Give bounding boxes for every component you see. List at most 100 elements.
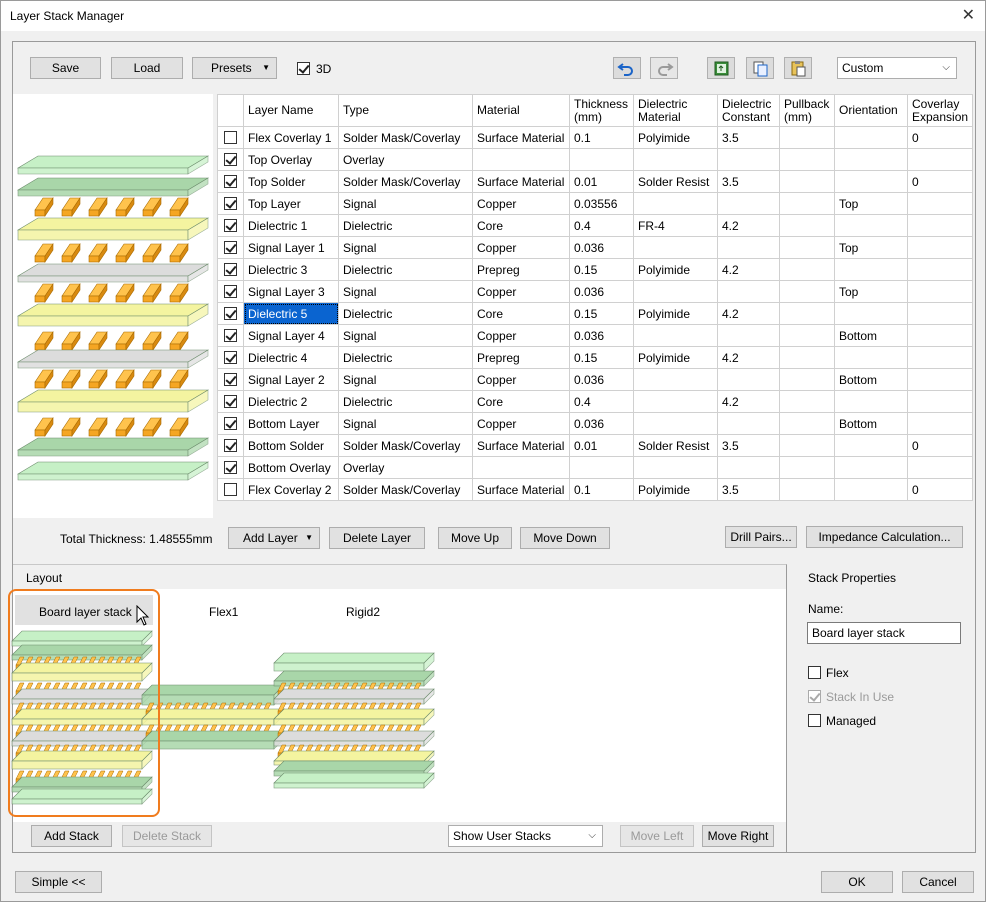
cell-layer-name[interactable]: Dielectric 3 [243,258,339,281]
layer-enabled-checkbox[interactable] [224,219,237,232]
cell-dielectric-constant[interactable] [717,456,780,479]
cell-dielectric-material[interactable] [633,236,718,259]
header-coverlay-expansion[interactable]: Coverlay Expansion [906,94,974,127]
cell-coverlay-expansion[interactable] [906,236,974,259]
cell-pullback[interactable] [779,192,835,215]
cell-material[interactable] [472,148,570,171]
paste-icon[interactable] [784,57,812,79]
header-type[interactable]: Type [338,94,473,127]
table-row[interactable]: Signal Layer 4 Signal Copper 0.036 Bottom [217,324,974,347]
cell-coverlay-expansion[interactable]: 0 [906,126,974,149]
cell-material[interactable] [472,456,570,479]
cell-coverlay-expansion[interactable] [906,412,974,435]
cell-thickness[interactable]: 0.036 [569,280,634,303]
cell-layer-name[interactable]: Dielectric 5 [243,302,339,325]
cell-pullback[interactable] [779,170,835,193]
layer-enabled-checkbox[interactable] [224,197,237,210]
cell-type[interactable]: Signal [338,412,473,435]
ok-button[interactable]: OK [821,871,893,893]
cell-layer-name[interactable]: Dielectric 1 [243,214,339,237]
table-row[interactable]: Bottom Overlay Overlay [217,456,974,479]
cell-type[interactable]: Signal [338,236,473,259]
cell-pullback[interactable] [779,368,835,391]
cell-orientation[interactable]: Top [834,192,908,215]
load-button[interactable]: Load [111,57,183,79]
impedance-calculation-button[interactable]: Impedance Calculation... [806,526,963,548]
cell-dielectric-constant[interactable] [717,280,780,303]
cell-type[interactable]: Overlay [338,456,473,479]
cell-thickness[interactable]: 0.15 [569,258,634,281]
cell-orientation[interactable] [834,478,908,501]
add-layer-button[interactable]: Add Layer ▼ [228,527,320,549]
cell-material[interactable]: Core [472,302,570,325]
cell-material[interactable]: Copper [472,368,570,391]
stack-mode-select[interactable]: Custom ⌵ [837,57,957,79]
cell-orientation[interactable]: Bottom [834,368,908,391]
cell-material[interactable]: Surface Material [472,126,570,149]
cell-coverlay-expansion[interactable] [906,390,974,413]
cell-type[interactable]: Solder Mask/Coverlay [338,434,473,457]
cell-dielectric-constant[interactable]: 4.2 [717,214,780,237]
cell-layer-name[interactable]: Top Solder [243,170,339,193]
cell-coverlay-expansion[interactable] [906,456,974,479]
cell-pullback[interactable] [779,280,835,303]
header-layer-name[interactable]: Layer Name [243,94,339,127]
header-orientation[interactable]: Orientation [834,94,908,127]
3d-checkbox[interactable] [297,62,310,75]
cell-orientation[interactable] [834,390,908,413]
cell-dielectric-constant[interactable]: 3.5 [717,170,780,193]
table-row[interactable]: Top Overlay Overlay [217,148,974,171]
cell-material[interactable]: Copper [472,324,570,347]
cell-dielectric-material[interactable]: Polyimide [633,258,718,281]
delete-layer-button[interactable]: Delete Layer [329,527,425,549]
layer-enabled-checkbox[interactable] [224,461,237,474]
cell-dielectric-constant[interactable]: 4.2 [717,258,780,281]
cell-pullback[interactable] [779,390,835,413]
layer-enabled-checkbox[interactable] [224,307,237,320]
cell-coverlay-expansion[interactable] [906,258,974,281]
cell-dielectric-constant[interactable]: 3.5 [717,478,780,501]
cell-type[interactable]: Signal [338,368,473,391]
delete-stack-button[interactable]: Delete Stack [122,825,212,847]
cell-orientation[interactable] [834,214,908,237]
cell-pullback[interactable] [779,434,835,457]
cell-dielectric-material[interactable]: FR-4 [633,214,718,237]
add-stack-button[interactable]: Add Stack [31,825,112,847]
cell-thickness[interactable]: 0.03556 [569,192,634,215]
table-row[interactable]: Bottom Layer Signal Copper 0.036 Bottom [217,412,974,435]
cell-material[interactable]: Surface Material [472,170,570,193]
cell-pullback[interactable] [779,412,835,435]
cell-coverlay-expansion[interactable] [906,324,974,347]
table-row[interactable]: Flex Coverlay 2 Solder Mask/Coverlay Surfa… [217,478,974,501]
stack-in-use-checkbox[interactable] [808,690,821,703]
cell-dielectric-material[interactable] [633,192,718,215]
stack-name-rigid2[interactable]: Rigid2 [346,605,380,619]
cell-layer-name[interactable]: Top Overlay [243,148,339,171]
cell-material[interactable]: Copper [472,412,570,435]
move-down-button[interactable]: Move Down [520,527,610,549]
table-row[interactable]: Dielectric 1 Dielectric Core 0.4 FR-4 4.2 [217,214,974,237]
cell-layer-name[interactable]: Signal Layer 1 [243,236,339,259]
cell-type[interactable]: Dielectric [338,258,473,281]
cell-type[interactable]: Dielectric [338,214,473,237]
cell-thickness[interactable]: 0.1 [569,478,634,501]
table-row[interactable]: Flex Coverlay 1 Solder Mask/Coverlay Surfa… [217,126,974,149]
cell-pullback[interactable] [779,126,835,149]
cell-material[interactable]: Copper [472,192,570,215]
drill-pairs-button[interactable]: Drill Pairs... [725,526,797,548]
cell-thickness[interactable]: 0.036 [569,412,634,435]
cell-material[interactable]: Surface Material [472,478,570,501]
cell-layer-name[interactable]: Bottom Overlay [243,456,339,479]
cell-coverlay-expansion[interactable] [906,148,974,171]
cell-dielectric-material[interactable]: Polyimide [633,346,718,369]
cell-orientation[interactable]: Top [834,236,908,259]
cell-dielectric-material[interactable] [633,368,718,391]
table-row[interactable]: Dielectric 3 Dielectric Prepreg 0.15 Polyimi… [217,258,974,281]
cell-layer-name[interactable]: Dielectric 4 [243,346,339,369]
move-up-button[interactable]: Move Up [438,527,512,549]
cell-type[interactable]: Solder Mask/Coverlay [338,126,473,149]
cell-pullback[interactable] [779,346,835,369]
managed-checkbox[interactable] [808,714,821,727]
cell-dielectric-material[interactable]: Solder Resist [633,170,718,193]
cell-dielectric-material[interactable]: Polyimide [633,478,718,501]
